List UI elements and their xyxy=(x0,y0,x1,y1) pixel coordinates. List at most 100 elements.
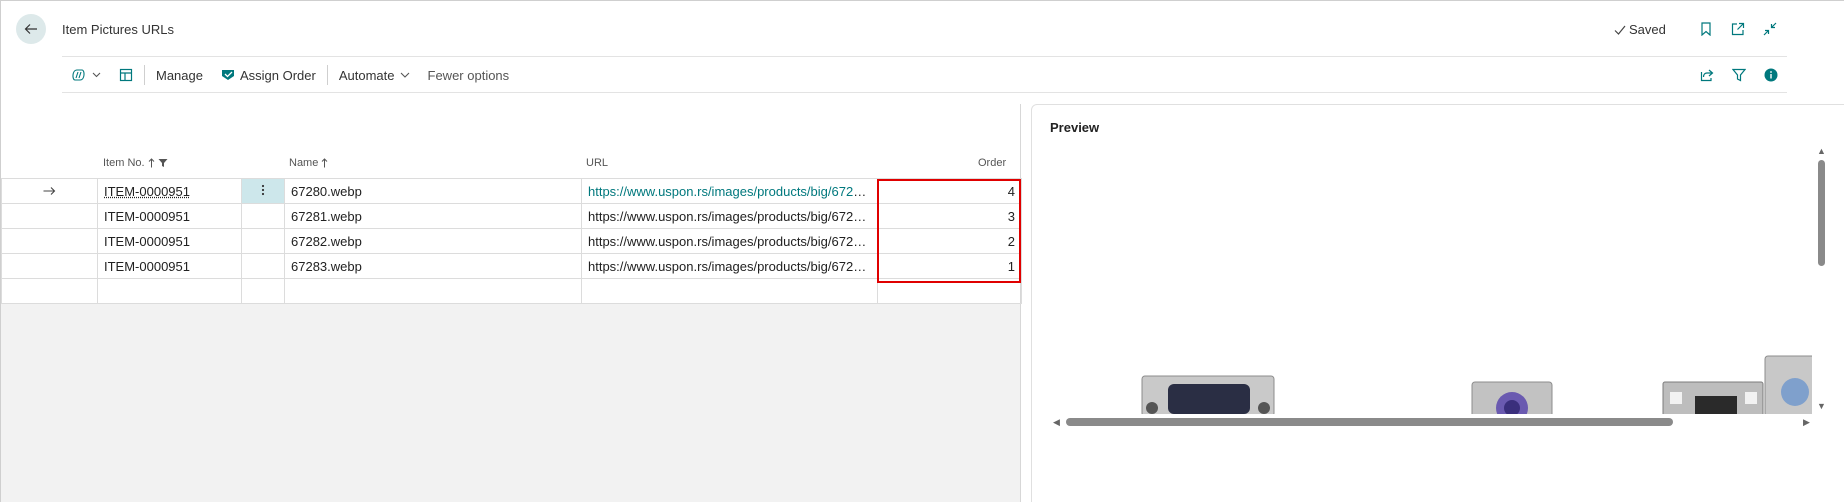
row-selector[interactable] xyxy=(1,278,98,304)
name-cell[interactable]: 67281.webp xyxy=(284,203,582,229)
table-row[interactable]: ITEM-0000951 67280.webp https://www.uspo… xyxy=(1,178,1022,204)
action-bar: Manage Assign Order Automate Fewer optio… xyxy=(62,64,518,86)
scroll-up-arrow[interactable]: ▲ xyxy=(1817,147,1826,156)
bookmark-button[interactable] xyxy=(1698,21,1714,37)
row-actions-cell[interactable] xyxy=(241,278,285,304)
product-image xyxy=(1141,355,1812,414)
vertical-scroll-thumb[interactable] xyxy=(1818,160,1825,266)
table-row[interactable]: ITEM-0000951 67282.webp https://www.uspo… xyxy=(1,228,1022,254)
item-no-cell[interactable] xyxy=(97,278,242,304)
order-value: 2 xyxy=(1007,233,1015,249)
table-row[interactable]: ITEM-0000951 67283.webp https://www.uspo… xyxy=(1,253,1022,279)
page-layout-icon xyxy=(119,68,133,82)
collapse-icon xyxy=(1763,22,1777,36)
item-pictures-grid: ITEM-0000951 67280.webp https://www.uspo… xyxy=(1,178,1022,304)
row-arrow-icon xyxy=(43,186,56,195)
url-cell[interactable]: https://www.uspon.rs/images/products/big… xyxy=(581,253,878,279)
column-header-order[interactable]: Order xyxy=(978,157,1006,169)
column-header-url-label: URL xyxy=(586,157,609,169)
item-no-value: ITEM-0000951 xyxy=(104,233,190,249)
saved-status: Saved xyxy=(1614,22,1666,37)
scroll-down-arrow[interactable]: ▼ xyxy=(1817,402,1826,411)
page-layout-button[interactable] xyxy=(110,64,142,86)
window-top-border xyxy=(0,0,1844,1)
column-header-name[interactable]: Name xyxy=(289,157,328,169)
more-options-icon xyxy=(261,184,265,195)
row-actions-cell[interactable] xyxy=(241,253,285,279)
manage-label: Manage xyxy=(156,67,203,83)
name-value: 67280.webp xyxy=(291,183,362,199)
url-cell[interactable]: https://www.uspon.rs/images/products/big… xyxy=(581,178,878,204)
url-cell[interactable]: https://www.uspon.rs/images/products/big… xyxy=(581,228,878,254)
scroll-right-arrow[interactable]: ▶ xyxy=(1803,418,1810,427)
name-value: 67281.webp xyxy=(291,208,362,224)
chevron-down-icon xyxy=(400,72,409,78)
horizontal-scroll-thumb[interactable] xyxy=(1066,418,1673,426)
assign-order-button[interactable]: Assign Order xyxy=(212,64,325,86)
order-cell[interactable]: 1 xyxy=(877,253,1022,279)
item-no-cell[interactable]: ITEM-0000951 xyxy=(97,228,242,254)
column-header-item-no[interactable]: Item No. xyxy=(103,157,168,169)
header-divider xyxy=(62,56,1787,57)
name-value: 67283.webp xyxy=(291,258,362,274)
checkmark-icon xyxy=(1614,25,1626,35)
item-no-cell[interactable]: ITEM-0000951 xyxy=(97,178,242,204)
row-actions-cell[interactable] xyxy=(241,228,285,254)
open-new-window-button[interactable] xyxy=(1730,21,1746,37)
order-value: 4 xyxy=(1007,183,1015,199)
saved-label: Saved xyxy=(1629,22,1666,37)
assign-order-label: Assign Order xyxy=(239,67,316,83)
row-selector[interactable] xyxy=(1,253,98,279)
scroll-left-arrow[interactable]: ◀ xyxy=(1053,418,1060,427)
row-selector[interactable] xyxy=(1,178,98,204)
name-cell[interactable]: 67282.webp xyxy=(284,228,582,254)
assign-order-icon xyxy=(221,70,234,80)
url-cell[interactable]: https://www.uspon.rs/images/products/big… xyxy=(581,203,878,229)
url-value: https://www.uspon.rs/images/products/big… xyxy=(588,208,878,224)
table-row[interactable]: ITEM-0000951 67281.webp https://www.uspo… xyxy=(1,203,1022,229)
copilot-menu-button[interactable] xyxy=(62,64,110,86)
name-cell[interactable]: 67283.webp xyxy=(284,253,582,279)
row-selector[interactable] xyxy=(1,228,98,254)
info-button[interactable] xyxy=(1762,66,1780,84)
column-header-url[interactable]: URL xyxy=(586,157,608,169)
row-actions-cell[interactable] xyxy=(241,203,285,229)
share-button[interactable] xyxy=(1698,66,1716,84)
automate-menu-button[interactable]: Automate xyxy=(330,64,419,86)
url-value: https://www.uspon.rs/images/products/big… xyxy=(588,183,878,199)
order-cell[interactable]: 4 xyxy=(877,178,1022,204)
filter-button[interactable] xyxy=(1730,66,1748,84)
filter-icon xyxy=(158,159,168,167)
sort-up-icon xyxy=(321,158,328,168)
row-selector[interactable] xyxy=(1,203,98,229)
filter-icon xyxy=(1732,68,1746,82)
grid-empty-area xyxy=(1,304,1021,502)
name-value: 67282.webp xyxy=(291,233,362,249)
page-title: Item Pictures URLs xyxy=(62,22,174,37)
manage-button[interactable]: Manage xyxy=(147,64,212,86)
order-cell[interactable]: 2 xyxy=(877,228,1022,254)
sort-up-icon xyxy=(148,158,154,168)
order-value: 3 xyxy=(1007,208,1015,224)
back-button[interactable] xyxy=(16,14,46,44)
url-value: https://www.uspon.rs/images/products/big… xyxy=(588,233,878,249)
open-new-window-icon xyxy=(1731,22,1745,36)
item-no-cell[interactable]: ITEM-0000951 xyxy=(97,253,242,279)
item-no-value: ITEM-0000951 xyxy=(104,258,190,274)
share-icon xyxy=(1700,69,1714,82)
name-cell[interactable] xyxy=(284,278,582,304)
info-icon xyxy=(1764,68,1778,82)
order-cell[interactable]: 3 xyxy=(877,203,1022,229)
item-no-value: ITEM-0000951 xyxy=(104,208,190,224)
item-no-cell[interactable]: ITEM-0000951 xyxy=(97,203,242,229)
order-cell[interactable] xyxy=(877,278,1022,304)
preview-title: Preview xyxy=(1050,120,1100,135)
fewer-options-button[interactable]: Fewer options xyxy=(419,64,519,86)
url-cell[interactable] xyxy=(581,278,878,304)
bookmark-icon xyxy=(1701,22,1711,36)
row-actions-cell[interactable] xyxy=(241,178,285,204)
column-header-order-label: Order xyxy=(978,157,1007,169)
new-table-row[interactable] xyxy=(1,278,1022,304)
name-cell[interactable]: 67280.webp xyxy=(284,178,582,204)
collapse-button[interactable] xyxy=(1762,21,1778,37)
